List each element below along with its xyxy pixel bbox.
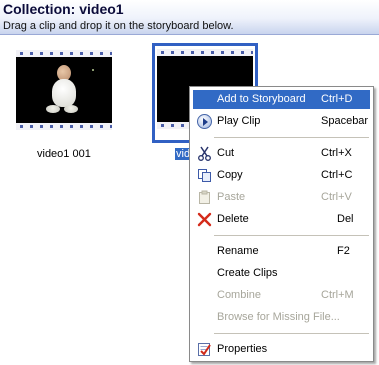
menu-item-rename[interactable]: Rename F2 [193,242,370,261]
scissors-icon [197,146,212,161]
baby-leg [46,105,60,113]
menu-item-cut[interactable]: Cut Ctrl+X [193,144,370,163]
menu-item-label: Paste [217,191,246,203]
menu-item-paste[interactable]: Paste Ctrl+V [193,188,370,207]
menu-separator [214,333,369,334]
play-icon [197,114,212,129]
menu-item-label: Browse for Missing File... [217,311,340,323]
filmstrip-bottom [16,123,112,130]
menu-item-add-to-storyboard[interactable]: Add to Storyboard Ctrl+D [193,90,370,109]
menu-item-browse-missing-file[interactable]: Browse for Missing File... [193,308,370,327]
clip-thumbnail-video1-001[interactable] [16,50,112,130]
menu-item-shortcut: F2 [337,245,350,257]
baby-body [52,79,76,107]
copy-icon [197,168,212,183]
menu-item-play-clip[interactable]: Play Clip Spacebar [193,112,370,131]
collection-header: Collection: video1 Drag a clip and drop … [0,0,379,35]
menu-item-label: Rename [217,245,259,257]
menu-item-create-clips[interactable]: Create Clips [193,264,370,283]
delete-x-icon [197,212,212,227]
collection-title: Collection: video1 [3,1,124,17]
menu-item-shortcut: Del [337,213,354,225]
menu-item-label: Delete [217,213,249,225]
filmstrip-top [157,49,253,56]
menu-item-label: Cut [217,147,235,159]
menu-separator [214,137,369,138]
menu-item-shortcut: Spacebar [321,115,369,127]
menu-item-shortcut: Ctrl+X [321,147,352,159]
properties-icon [197,342,212,357]
menu-item-copy[interactable]: Copy Ctrl+C [193,166,370,185]
menu-item-properties[interactable]: Properties [193,340,370,359]
collection-instructions: Drag a clip and drop it on the storyboar… [3,20,234,32]
clip-label[interactable]: video1 001 [37,148,91,160]
menu-item-label: Play Clip [217,115,261,127]
light-speck [92,69,94,71]
filmstrip-top [16,50,112,57]
video-frame [16,57,112,123]
menu-item-shortcut: Ctrl+M [321,289,354,301]
menu-item-shortcut: Ctrl+V [321,191,352,203]
menu-item-shortcut: Ctrl+D [321,93,353,105]
menu-item-combine[interactable]: Combine Ctrl+M [193,286,370,305]
menu-item-label: Copy [217,169,243,181]
menu-item-delete[interactable]: Delete Del [193,210,370,229]
menu-item-label: Create Clips [217,267,278,279]
context-menu: Add to Storyboard Ctrl+D Play Clip Space… [189,86,374,362]
menu-item-label: Properties [217,343,268,355]
paste-icon [197,190,212,205]
menu-item-label: Add to Storyboard [217,93,306,105]
menu-item-label: Combine [217,289,262,301]
menu-separator [214,235,369,236]
baby-leg [64,105,78,113]
menu-item-shortcut: Ctrl+C [321,169,353,181]
